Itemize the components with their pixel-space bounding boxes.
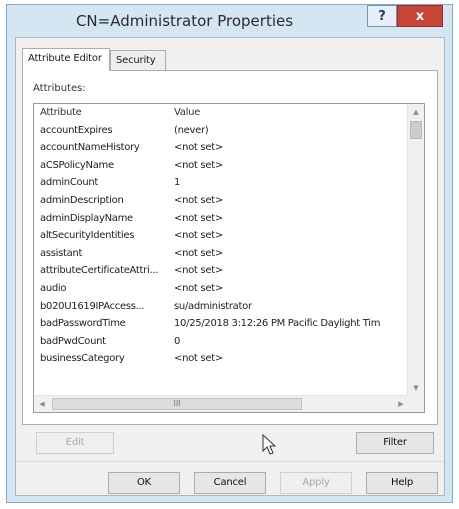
attributes-list[interactable]: Attribute Value accountExpires (never) acc… [33, 103, 425, 413]
apply-button[interactable]: Apply [280, 472, 352, 494]
scroll-down-arrow-icon[interactable]: ▼ [408, 380, 424, 396]
dialog-client: Attribute Editor Security Attributes: At… [15, 37, 445, 496]
vertical-scroll-thumb[interactable] [410, 121, 422, 139]
horizontal-scrollbar[interactable]: ◀ III ▶ [34, 395, 409, 412]
attributes-label: Attributes: [33, 83, 86, 94]
help-title-button[interactable]: ? [367, 5, 397, 27]
attribute-value-cell: 10/25/2018 3:12:26 PM Pacific Daylight T… [174, 318, 381, 330]
filter-button[interactable]: Filter [356, 432, 434, 454]
attribute-name-cell: businessCategory [40, 353, 125, 365]
attribute-value-cell: <not set> [174, 194, 223, 206]
column-header-value[interactable]: Value [174, 104, 409, 121]
table-row[interactable]: audio <not set> [34, 280, 409, 298]
attribute-value-cell: <not set> [174, 230, 223, 242]
attribute-name-cell: attributeCertificateAttri... [40, 265, 159, 277]
mouse-pointer-icon [262, 434, 277, 455]
table-row[interactable]: accountExpires (never) [34, 122, 409, 140]
attribute-name-cell: badPwdCount [40, 335, 106, 347]
attribute-name-cell: altSecurityIdentities [40, 230, 135, 242]
scroll-up-arrow-icon[interactable]: ▲ [408, 104, 424, 120]
column-header-attribute[interactable]: Attribute [40, 104, 168, 121]
attribute-value-cell: <not set> [174, 212, 223, 224]
attribute-name-cell: badPasswordTime [40, 318, 126, 330]
tab-attribute-editor[interactable]: Attribute Editor [22, 48, 110, 71]
attribute-name-cell: b020U1619IPAccess... [40, 300, 145, 312]
scroll-left-arrow-icon[interactable]: ◀ [34, 396, 50, 412]
table-row[interactable]: b020U1619IPAccess... su/administrator [34, 298, 409, 316]
table-row[interactable]: businessCategory <not set> [34, 350, 409, 368]
table-row[interactable]: adminDescription <not set> [34, 192, 409, 210]
attribute-name-cell: accountExpires [40, 124, 113, 136]
attribute-value-cell: <not set> [174, 142, 223, 154]
table-row[interactable]: adminDisplayName <not set> [34, 210, 409, 228]
attribute-name-cell: accountNameHistory [40, 142, 140, 154]
help-button[interactable]: Help [366, 472, 438, 494]
attribute-editor-panel: Attributes: Attribute Value accountExpir… [22, 70, 438, 425]
attribute-name-cell: audio [40, 282, 67, 294]
table-row[interactable]: altSecurityIdentities <not set> [34, 227, 409, 245]
list-header[interactable]: Attribute Value [34, 104, 409, 122]
tab-security[interactable]: Security [110, 50, 166, 70]
properties-window: CN=Administrator Properties ? x Attribut… [6, 4, 453, 503]
table-row[interactable]: assistant <not set> [34, 245, 409, 263]
attribute-name-cell: adminDisplayName [40, 212, 133, 224]
cancel-button[interactable]: Cancel [194, 472, 266, 494]
table-row[interactable]: badPasswordTime 10/25/2018 3:12:26 PM Pac… [34, 315, 409, 333]
attribute-value-cell: 0 [174, 335, 181, 347]
attribute-value-cell: 1 [174, 177, 181, 189]
attribute-name-cell: assistant [40, 247, 83, 259]
title-bar[interactable]: CN=Administrator Properties ? x [7, 5, 452, 37]
table-row[interactable]: adminCount 1 [34, 174, 409, 192]
scrollbar-corner [407, 395, 424, 412]
ok-button[interactable]: OK [108, 472, 180, 494]
edit-button[interactable]: Edit [36, 432, 114, 454]
window-title: CN=Administrator Properties [75, 12, 294, 30]
table-row[interactable]: accountNameHistory <not set> [34, 139, 409, 157]
attributes-list-content: Attribute Value accountExpires (never) acc… [34, 104, 409, 396]
vertical-scrollbar[interactable]: ▲ ▼ [407, 104, 424, 396]
attribute-value-cell: <not set> [174, 247, 223, 259]
footer-divider [16, 461, 444, 462]
attribute-value-cell: <not set> [174, 265, 223, 277]
attribute-value-cell: <not set> [174, 159, 223, 171]
table-row[interactable]: attributeCertificateAttri... <not set> [34, 262, 409, 280]
attribute-name-cell: adminDescription [40, 194, 124, 206]
table-row[interactable]: aCSPolicyName <not set> [34, 157, 409, 175]
table-row[interactable]: badPwdCount 0 [34, 333, 409, 351]
attribute-rows: accountExpires (never) accountNameHistory <… [34, 122, 409, 368]
attribute-value-cell: (never) [174, 124, 209, 136]
attribute-name-cell: aCSPolicyName [40, 159, 114, 171]
attribute-value-cell: su/administrator [174, 300, 252, 312]
attribute-value-cell: <not set> [174, 282, 223, 294]
attribute-value-cell: <not set> [174, 353, 223, 365]
horizontal-scroll-thumb[interactable]: III [52, 398, 302, 410]
close-button[interactable]: x [397, 5, 443, 27]
attribute-name-cell: adminCount [40, 177, 99, 189]
